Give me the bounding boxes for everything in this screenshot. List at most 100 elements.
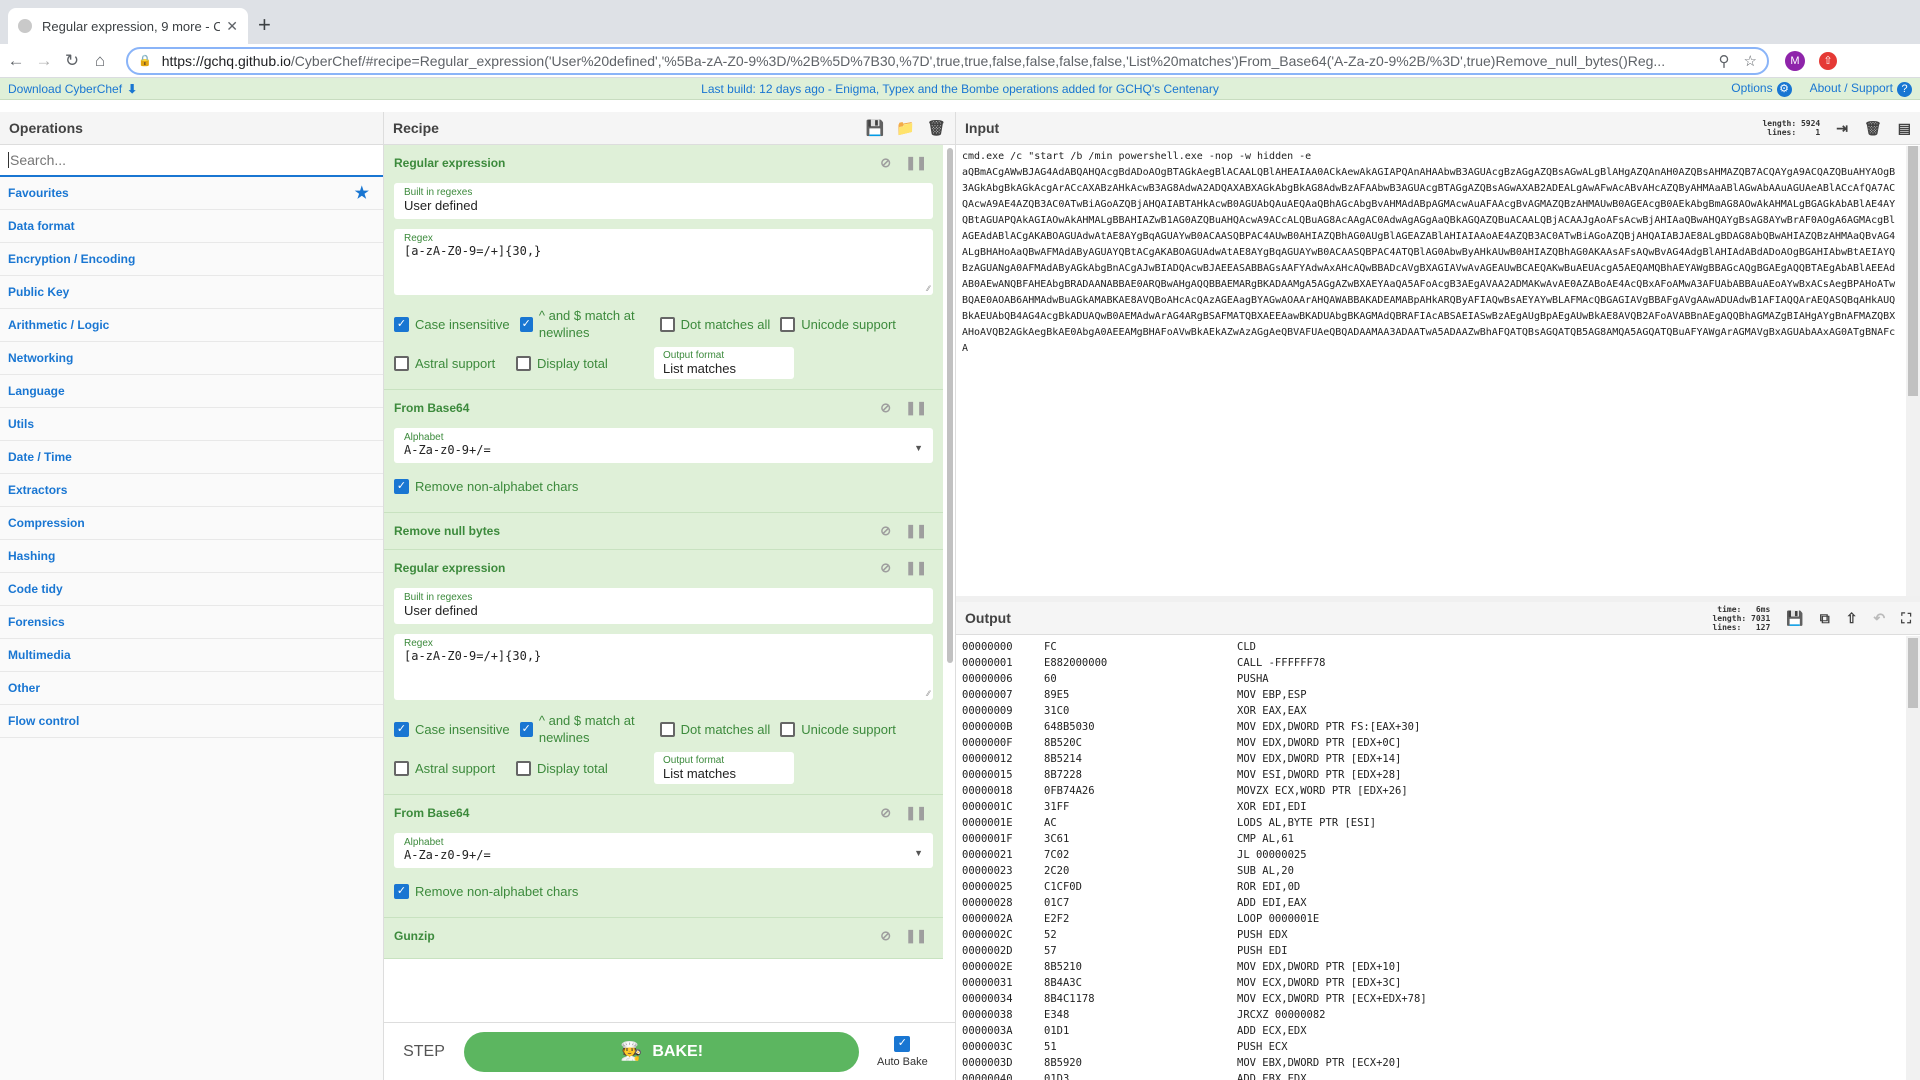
category-utils[interactable]: Utils: [0, 408, 383, 441]
category-code-tidy[interactable]: Code tidy: [0, 573, 383, 606]
breakpoint-pause-icon[interactable]: ❚❚: [905, 928, 927, 944]
bookmark-star-icon[interactable]: ☆: [1744, 52, 1757, 70]
output-scrollbar[interactable]: [1906, 636, 1920, 1080]
replace-input-with-output-icon[interactable]: ⇧: [1846, 610, 1858, 627]
category-networking[interactable]: Networking: [0, 342, 383, 375]
options-link[interactable]: Options ⚙: [1731, 81, 1792, 97]
remove-nonalpha-checkbox[interactable]: ✓ Remove non-alphabet chars: [394, 884, 578, 899]
recipe-op-regex-2[interactable]: Regular expression ⊘ ❚❚ Built in regexes …: [384, 550, 943, 795]
input-scrollbar-thumb[interactable]: [1908, 146, 1918, 396]
disable-op-icon[interactable]: ⊘: [880, 523, 891, 539]
disable-op-icon[interactable]: ⊘: [880, 400, 891, 416]
breakpoint-pause-icon[interactable]: ❚❚: [905, 560, 927, 576]
astral-checkbox[interactable]: Astral support: [394, 355, 506, 371]
step-button[interactable]: STEP: [384, 1043, 464, 1061]
dropdown-caret-icon[interactable]: ▼: [914, 443, 923, 453]
alphabet-select[interactable]: Alphabet A-Za-z0-9+/= ▼: [394, 428, 933, 463]
regex-textarea[interactable]: Regex [a-zA-Z0-9=/+]{30,} ∕∕: [394, 229, 933, 295]
profile-avatar[interactable]: M: [1785, 50, 1805, 71]
category-multimedia[interactable]: Multimedia: [0, 639, 383, 672]
recipe-op-from-base64-2[interactable]: From Base64 ⊘ ❚❚ Alphabet A-Za-z0-9+/= ▼ …: [384, 795, 943, 918]
copy-output-icon[interactable]: ⧉: [1820, 610, 1830, 627]
multiline-checkbox[interactable]: ✓ ^ and $ match at newlines: [519, 307, 650, 341]
breakpoint-pause-icon[interactable]: ❚❚: [905, 155, 927, 171]
category-hashing[interactable]: Hashing: [0, 540, 383, 573]
save-output-icon[interactable]: 💾: [1786, 610, 1803, 627]
clear-recipe-trash-icon[interactable]: 🗑: [927, 119, 946, 137]
category-favourites[interactable]: Favourites ★: [0, 177, 383, 210]
recipe-op-remove-null-bytes[interactable]: Remove null bytes ⊘ ❚❚: [384, 513, 943, 550]
disable-op-icon[interactable]: ⊘: [880, 560, 891, 576]
input-textarea[interactable]: cmd.exe /c "start /b /min powershell.exe…: [956, 146, 1906, 596]
category-other[interactable]: Other: [0, 672, 383, 705]
display-total-checkbox[interactable]: Display total: [516, 355, 644, 371]
output-text[interactable]: 00000000 FC CLD 00000001 E882000000 CALL -FFF…: [956, 636, 1906, 1080]
back-arrow-icon[interactable]: ←: [4, 51, 28, 71]
dotall-checkbox[interactable]: Dot matches all: [659, 721, 770, 737]
forward-arrow-icon[interactable]: →: [32, 51, 56, 71]
output-scrollbar-thumb[interactable]: [1908, 638, 1918, 708]
display-total-checkbox[interactable]: Display total: [516, 760, 644, 776]
output-format-select[interactable]: Output format List matches: [654, 347, 794, 379]
category-language[interactable]: Language: [0, 375, 383, 408]
output-format-select[interactable]: Output format List matches: [654, 752, 794, 784]
recipe-op-gunzip[interactable]: Gunzip ⊘ ❚❚: [384, 918, 943, 959]
recipe-op-from-base64-1[interactable]: From Base64 ⊘ ❚❚ Alphabet A-Za-z0-9+/= ▼ …: [384, 390, 943, 513]
breakpoint-pause-icon[interactable]: ❚❚: [905, 523, 927, 539]
alphabet-select[interactable]: Alphabet A-Za-z0-9+/= ▼: [394, 833, 933, 868]
dotall-checkbox[interactable]: Dot matches all: [659, 316, 770, 332]
astral-checkbox[interactable]: Astral support: [394, 760, 506, 776]
extension-icon[interactable]: ⇧: [1819, 51, 1837, 70]
category-data-format[interactable]: Data format: [0, 210, 383, 243]
disassembly-row: 00000006 60 PUSHA: [962, 671, 1900, 687]
close-tab-icon[interactable]: ✕: [226, 18, 238, 35]
disable-op-icon[interactable]: ⊘: [880, 805, 891, 821]
resize-grip-icon[interactable]: ∕∕: [927, 689, 930, 698]
maximise-output-icon[interactable]: ⛶: [1901, 610, 1911, 627]
browser-tab[interactable]: Regular expression, 9 more - CyberChef ✕: [8, 8, 248, 44]
open-file-input-icon[interactable]: ⇥: [1836, 120, 1848, 137]
about-support-link[interactable]: About / Support?: [1810, 81, 1912, 97]
clear-input-trash-icon[interactable]: 🗑: [1864, 120, 1882, 137]
multiline-checkbox[interactable]: ✓ ^ and $ match at newlines: [519, 712, 650, 746]
new-tab-button[interactable]: +: [258, 12, 271, 38]
category-label: Encryption / Encoding: [8, 252, 136, 266]
address-bar[interactable]: 🔒 https://gchq.github.io/CyberChef/#reci…: [126, 46, 1769, 75]
disable-op-icon[interactable]: ⊘: [880, 928, 891, 944]
load-recipe-folder-icon[interactable]: 📁: [896, 119, 915, 137]
recipe-scrollbar[interactable]: [947, 148, 953, 663]
unicode-checkbox[interactable]: Unicode support: [780, 721, 896, 737]
save-recipe-icon[interactable]: 💾: [866, 119, 885, 137]
disable-op-icon[interactable]: ⊘: [880, 155, 891, 171]
category-forensics[interactable]: Forensics: [0, 606, 383, 639]
builtin-regexes-select[interactable]: Built in regexes User defined: [394, 183, 933, 219]
dropdown-caret-icon[interactable]: ▼: [914, 848, 923, 858]
reset-layout-icon[interactable]: ▤: [1898, 120, 1911, 137]
category-flow-control[interactable]: Flow control: [0, 705, 383, 738]
resize-grip-icon[interactable]: ∕∕: [927, 284, 930, 293]
recipe-op-regex-1[interactable]: Regular expression ⊘ ❚❚ Built in regexes …: [384, 145, 943, 390]
category-date-time[interactable]: Date / Time: [0, 441, 383, 474]
remove-nonalpha-checkbox[interactable]: ✓ Remove non-alphabet chars: [394, 479, 578, 494]
category-extractors[interactable]: Extractors: [0, 474, 383, 507]
reload-icon[interactable]: ↻: [60, 51, 84, 71]
breakpoint-pause-icon[interactable]: ❚❚: [905, 805, 927, 821]
case-insensitive-checkbox[interactable]: ✓ Case insensitive: [394, 316, 510, 332]
auto-bake-checkbox[interactable]: ✓ Auto Bake: [877, 1035, 928, 1068]
category-public-key[interactable]: Public Key: [0, 276, 383, 309]
operations-search-input[interactable]: Search...: [0, 145, 383, 177]
builtin-regexes-select[interactable]: Built in regexes User defined: [394, 588, 933, 624]
breakpoint-pause-icon[interactable]: ❚❚: [905, 400, 927, 416]
regex-textarea[interactable]: Regex [a-zA-Z0-9=/+]{30,} ∕∕: [394, 634, 933, 700]
case-insensitive-checkbox[interactable]: ✓ Case insensitive: [394, 721, 510, 737]
undo-icon[interactable]: ↶: [1873, 610, 1885, 627]
category-encryption-encoding[interactable]: Encryption / Encoding: [0, 243, 383, 276]
zoom-magnifier-icon[interactable]: ⚲: [1719, 52, 1730, 70]
input-scrollbar[interactable]: [1906, 146, 1920, 596]
bake-button[interactable]: 🧑‍🍳 BAKE!: [464, 1031, 859, 1072]
home-icon[interactable]: ⌂: [88, 51, 112, 71]
download-cyberchef-link[interactable]: Download CyberChef ⬇: [8, 82, 137, 96]
category-arithmetic-logic[interactable]: Arithmetic / Logic: [0, 309, 383, 342]
category-compression[interactable]: Compression: [0, 507, 383, 540]
unicode-checkbox[interactable]: Unicode support: [780, 316, 896, 332]
